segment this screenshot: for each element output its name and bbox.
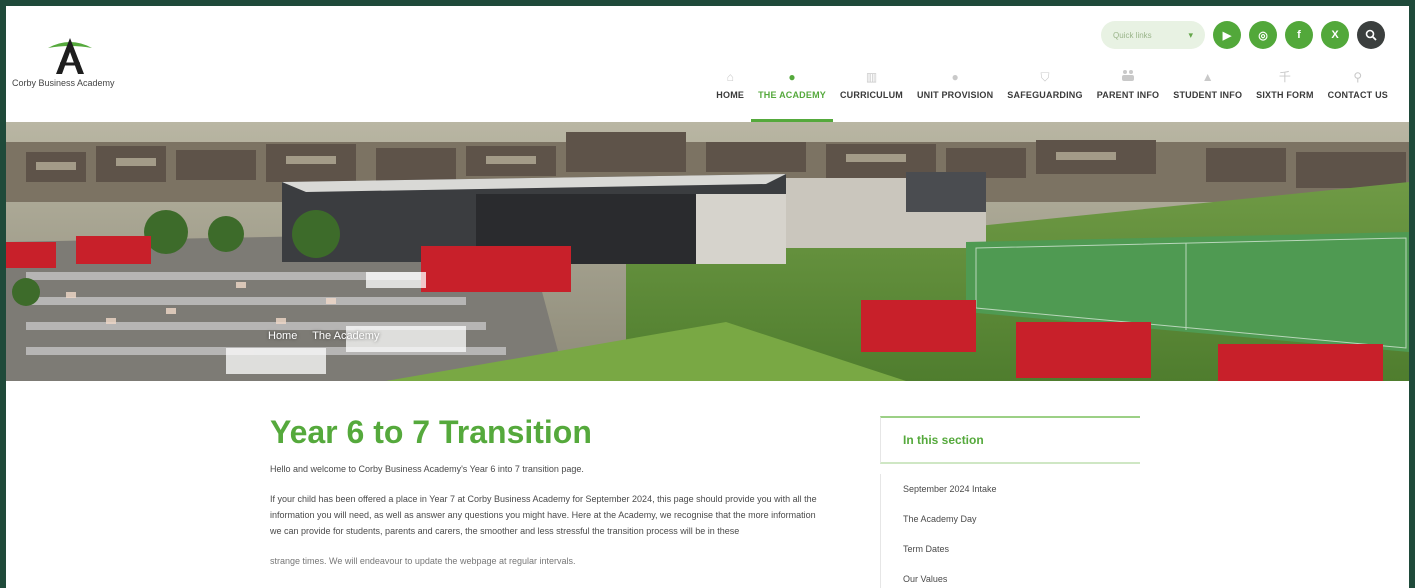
search-icon[interactable]: [1357, 21, 1385, 49]
breadcrumb-home[interactable]: Home: [268, 330, 297, 342]
sidebar-list: September 2024 Intake The Academy Day Te…: [880, 464, 1140, 588]
nav-item-parent-info[interactable]: PARENT INFO: [1090, 60, 1167, 122]
nav-item-curriculum[interactable]: ▥ CURRICULUM: [833, 60, 910, 122]
youtube-icon[interactable]: ▶: [1213, 21, 1241, 49]
nav-item-unit-provision[interactable]: ● UNIT PROVISION: [910, 60, 1000, 122]
page-title: Year 6 to 7 Transition: [270, 414, 592, 450]
building-icon: ▥: [865, 70, 878, 84]
browser-frame: Corby Business Academy Quick links ▾ ▶ ◎…: [6, 6, 1409, 588]
people-icon: [1120, 66, 1136, 88]
sidebar-item-the-academy-day[interactable]: The Academy Day: [880, 504, 1140, 534]
sidebar-item-our-values[interactable]: Our Values: [880, 564, 1140, 588]
nav-item-sixth-form[interactable]: 千 SIXTH FORM: [1249, 60, 1321, 122]
sidebar-heading: In this section: [880, 416, 1140, 464]
home-icon: ⌂: [726, 70, 734, 84]
site-header: Corby Business Academy Quick links ▾ ▶ ◎…: [6, 6, 1409, 122]
breadcrumb-the-academy[interactable]: The Academy: [312, 330, 379, 342]
chevron-down-icon: ▾: [1188, 29, 1193, 40]
nav-label: PARENT INFO: [1096, 90, 1160, 100]
instagram-icon[interactable]: ◎: [1249, 21, 1277, 49]
nav-label: STUDENT INFO: [1173, 90, 1243, 100]
body-paragraph: If your child has been offered a place i…: [270, 494, 817, 536]
nav-label: CONTACT US: [1327, 90, 1388, 100]
logo-text: Corby Business Academy: [12, 78, 115, 88]
quick-links-label: Quick links: [1113, 30, 1152, 40]
x-icon[interactable]: X: [1321, 21, 1349, 49]
nav-label: UNIT PROVISION: [916, 90, 994, 100]
location-pin-icon: ⚲: [1353, 70, 1363, 84]
nav-item-safeguarding[interactable]: ⛉ SAFEGUARDING: [1000, 60, 1089, 122]
sidebar-item-term-dates[interactable]: Term Dates: [880, 534, 1140, 564]
intro-paragraph: Hello and welcome to Corby Business Acad…: [270, 464, 584, 474]
nav-item-student-info[interactable]: ▲ STUDENT INFO: [1166, 60, 1249, 122]
facebook-icon[interactable]: f: [1285, 21, 1313, 49]
sidebar-item-september-2024-intake[interactable]: September 2024 Intake: [880, 474, 1140, 504]
section-sidebar: In this section September 2024 Intake Th…: [880, 416, 1140, 588]
nav-label: SAFEGUARDING: [1007, 90, 1083, 100]
nav-item-home[interactable]: ⌂ HOME: [709, 60, 751, 122]
nav-label: SIXTH FORM: [1256, 90, 1314, 100]
academy-logo-icon: [48, 38, 92, 74]
nav-label: HOME: [716, 90, 745, 100]
body-paragraph-cut: strange times. We will endeavour to upda…: [270, 556, 576, 566]
shield-icon: ⛉: [1040, 70, 1050, 84]
aerial-campus-photo: [6, 122, 1409, 381]
breadcrumb: Home The Academy: [268, 330, 391, 342]
hero-image: Home The Academy: [6, 122, 1409, 381]
nav-label: CURRICULUM: [839, 90, 903, 100]
speech-bubble-icon: ●: [788, 70, 796, 84]
nav-label: THE ACADEMY: [758, 90, 826, 100]
person-icon: ▲: [1201, 70, 1214, 84]
signpost-icon: 千: [1278, 70, 1291, 84]
nav-item-contact-us[interactable]: ⚲ CONTACT US: [1321, 60, 1395, 122]
quick-links-dropdown[interactable]: Quick links ▾: [1101, 21, 1205, 49]
main-nav: ⌂ HOME ● THE ACADEMY ▥ CURRICULUM ● UNIT…: [709, 60, 1395, 122]
circle-icon: ●: [951, 70, 959, 84]
utility-bar: Quick links ▾ ▶ ◎ f X: [1101, 20, 1385, 50]
logo[interactable]: Corby Business Academy: [12, 34, 142, 94]
main-content: Year 6 to 7 Transition Hello and welcome…: [270, 414, 820, 569]
nav-item-the-academy[interactable]: ● THE ACADEMY: [751, 60, 833, 122]
